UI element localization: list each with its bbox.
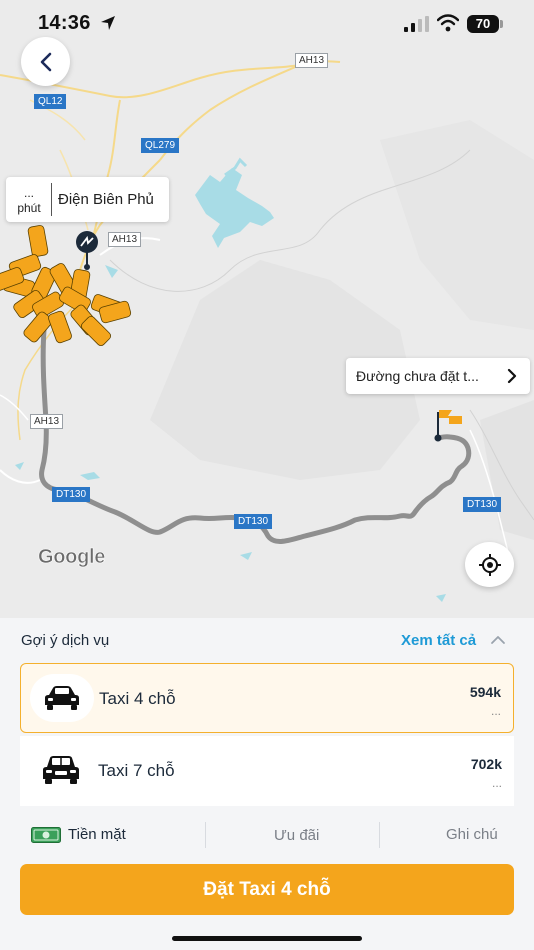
cash-icon	[31, 827, 61, 843]
service-price: 594k	[469, 684, 501, 700]
service-name: Taxi 4 chỗ	[99, 689, 176, 708]
road-label-dt130-mid: DT130	[234, 514, 273, 529]
road-label-ah13-left: AH13	[30, 414, 64, 429]
promo-button[interactable]: Ưu đãi	[274, 827, 319, 844]
road-label-dt130-right: DT130	[463, 497, 502, 512]
payment-divider	[379, 822, 380, 848]
my-location-button[interactable]	[465, 542, 514, 587]
service-name: Taxi 7 chỗ	[98, 761, 175, 780]
destination-label: Đường chưa đặt t...	[356, 368, 479, 384]
map-view[interactable]: AH13 QL12 QL279 AH13 AH13 DT130 DT130 DT…	[0, 0, 534, 618]
road-label-ql12: QL12	[34, 94, 67, 109]
home-indicator	[172, 936, 362, 941]
battery-indicator: 70	[467, 15, 499, 33]
road-label-ql279: QL279	[141, 138, 180, 153]
payment-method-cash[interactable]: Tiền mặt	[68, 826, 126, 843]
road-label-ah13-mid: AH13	[108, 232, 142, 247]
crosshair-icon	[478, 553, 501, 576]
note-button[interactable]: Ghi chú	[446, 826, 498, 843]
eta-value: ...	[23, 186, 34, 200]
status-bar: 14:36 70	[0, 0, 534, 50]
road-label-dt130-left: DT130	[52, 487, 91, 502]
service-eta: ...	[490, 704, 501, 718]
payment-divider	[205, 822, 206, 848]
eta-divider	[51, 183, 52, 216]
service-icon-container	[29, 746, 93, 794]
suv-icon	[43, 756, 79, 784]
eta-unit: phút	[17, 201, 41, 215]
sedan-icon	[45, 686, 79, 710]
destination-callout[interactable]: Đường chưa đặt t...	[346, 358, 530, 394]
chevron-up-icon[interactable]	[490, 633, 506, 647]
services-section-title: Gợi ý dịch vụ	[21, 632, 110, 649]
service-option-taxi-4[interactable]: Taxi 4 chỗ 594k ...	[20, 663, 514, 733]
status-time: 14:36	[38, 12, 91, 34]
chevron-left-icon	[40, 52, 51, 71]
google-attribution: Google	[38, 546, 106, 569]
chevron-right-icon	[507, 368, 517, 384]
service-eta: ...	[491, 776, 502, 790]
service-option-taxi-7[interactable]: Taxi 7 chỗ 702k ...	[20, 736, 514, 806]
book-taxi-button[interactable]: Đặt Taxi 4 chỗ	[20, 864, 514, 915]
payment-options-row: Tiền mặt Ưu đãi Ghi chú	[0, 812, 534, 856]
location-arrow-icon	[101, 16, 115, 30]
see-all-link[interactable]: Xem tất cả	[401, 632, 476, 649]
service-icon-container	[30, 674, 94, 722]
pickup-place-name: Điện Biên Phủ	[58, 191, 154, 208]
road-label-ah13-top: AH13	[295, 53, 329, 68]
cellular-signal-icon	[404, 16, 429, 32]
battery-tip	[500, 20, 503, 28]
eta-callout: ... phút Điện Biên Phủ	[6, 177, 169, 222]
wifi-icon	[437, 14, 459, 32]
service-price: 702k	[470, 756, 502, 772]
